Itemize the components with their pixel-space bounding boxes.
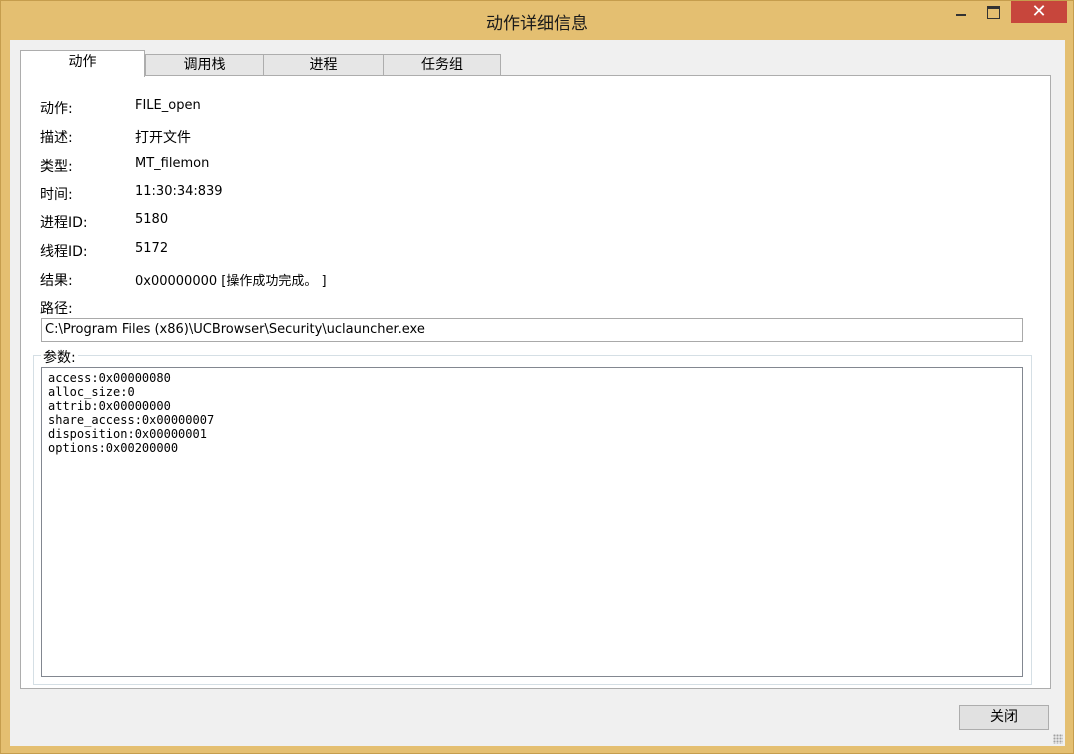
time-label: 时间: bbox=[40, 187, 73, 203]
time-value: 11:30:34:839 bbox=[135, 184, 223, 199]
params-line: attrib:0x00000000 bbox=[48, 399, 171, 413]
description-label: 描述: bbox=[40, 130, 73, 146]
params-textarea[interactable]: access:0x00000080 alloc_size:0 attrib:0x… bbox=[41, 367, 1023, 677]
close-icon: ✕ bbox=[1031, 1, 1047, 22]
params-label: 参数: bbox=[41, 347, 78, 367]
maximize-icon bbox=[986, 6, 1000, 19]
params-line: access:0x00000080 bbox=[48, 371, 171, 385]
dialog-window: 动作详细信息 ✕ 动作 调用栈 进程 任务组 动作: FILE_open 描述:… bbox=[0, 0, 1074, 754]
thread-id-label: 线程ID: bbox=[40, 244, 88, 260]
tab-panel-action: 动作: FILE_open 描述: 打开文件 类型: MT_filemon 时间… bbox=[20, 75, 1051, 689]
path-label: 路径: bbox=[40, 301, 73, 317]
minimize-icon bbox=[956, 14, 966, 16]
params-line: options:0x00200000 bbox=[48, 441, 179, 455]
tab-task-group[interactable]: 任务组 bbox=[383, 54, 501, 75]
resize-grip-icon[interactable] bbox=[1053, 734, 1063, 744]
params-line: disposition:0x00000001 bbox=[48, 427, 207, 441]
description-value: 打开文件 bbox=[135, 130, 191, 146]
action-label: 动作: bbox=[40, 101, 73, 117]
thread-id-value: 5172 bbox=[135, 241, 169, 256]
tab-action[interactable]: 动作 bbox=[20, 50, 145, 77]
type-value: MT_filemon bbox=[135, 156, 210, 171]
tab-process[interactable]: 进程 bbox=[263, 54, 384, 75]
params-line: share_access:0x00000007 bbox=[48, 413, 215, 427]
process-id-label: 进程ID: bbox=[40, 215, 88, 231]
maximize-button[interactable] bbox=[979, 1, 1007, 23]
tab-call-stack[interactable]: 调用栈 bbox=[145, 54, 264, 75]
client-area: 动作 调用栈 进程 任务组 动作: FILE_open 描述: 打开文件 类型:… bbox=[10, 40, 1065, 746]
process-id-value: 5180 bbox=[135, 212, 169, 227]
action-value: FILE_open bbox=[135, 98, 201, 113]
minimize-button[interactable] bbox=[947, 1, 975, 23]
path-field[interactable]: C:\Program Files (x86)\UCBrowser\Securit… bbox=[41, 318, 1023, 342]
close-button[interactable]: 关闭 bbox=[959, 705, 1049, 730]
window-title: 动作详细信息 bbox=[486, 14, 588, 34]
type-label: 类型: bbox=[40, 159, 73, 175]
result-value: 0x00000000 [操作成功完成。 ] bbox=[135, 274, 327, 289]
window-close-button[interactable]: ✕ bbox=[1011, 1, 1067, 23]
params-line: alloc_size:0 bbox=[48, 385, 135, 399]
result-label: 结果: bbox=[40, 273, 73, 289]
title-bar[interactable]: 动作详细信息 ✕ bbox=[1, 1, 1073, 39]
